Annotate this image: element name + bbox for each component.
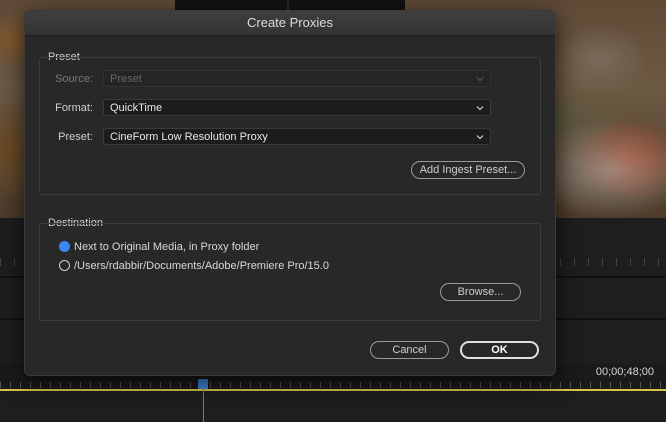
premiere-workspace: 00;00;48;00 Create Proxies Preset Source… xyxy=(0,0,666,422)
timeline-ticks xyxy=(0,382,666,388)
format-label: Format: xyxy=(55,102,93,114)
destination-option-label: /Users/rdabbir/Documents/Adobe/Premiere … xyxy=(74,260,329,272)
chevron-down-icon xyxy=(476,135,484,140)
playhead-handle[interactable] xyxy=(198,379,208,389)
destination-option-label: Next to Original Media, in Proxy folder xyxy=(74,241,260,253)
source-dropdown: Preset xyxy=(103,70,491,87)
ok-button[interactable]: OK xyxy=(460,341,539,359)
destination-option-proxy-folder[interactable]: Next to Original Media, in Proxy folder xyxy=(59,240,259,254)
radio-unselected[interactable] xyxy=(59,260,70,271)
browse-button[interactable]: Browse... xyxy=(440,283,521,301)
source-label: Source: xyxy=(55,73,93,85)
preset-value: CineForm Low Resolution Proxy xyxy=(110,131,268,143)
dialog-title: Create Proxies xyxy=(25,11,555,36)
cancel-button[interactable]: Cancel xyxy=(370,341,449,359)
timeline-timecode: 00;00;48;00 xyxy=(595,366,654,378)
radio-selected[interactable] xyxy=(59,241,70,252)
work-area-bar[interactable] xyxy=(0,389,666,391)
chevron-down-icon xyxy=(476,106,484,111)
format-value: QuickTime xyxy=(110,102,163,114)
preset-dropdown[interactable]: CineForm Low Resolution Proxy xyxy=(103,128,491,145)
add-ingest-preset-button[interactable]: Add Ingest Preset... xyxy=(411,161,525,179)
playhead-line xyxy=(202,389,204,422)
create-proxies-dialog: Create Proxies Preset Source: Preset For… xyxy=(24,10,556,376)
source-value: Preset xyxy=(110,73,142,85)
preset-label: Preset: xyxy=(58,131,93,143)
destination-option-custom-path[interactable]: /Users/rdabbir/Documents/Adobe/Premiere … xyxy=(59,259,329,273)
chevron-down-icon xyxy=(476,77,484,82)
format-dropdown[interactable]: QuickTime xyxy=(103,99,491,116)
